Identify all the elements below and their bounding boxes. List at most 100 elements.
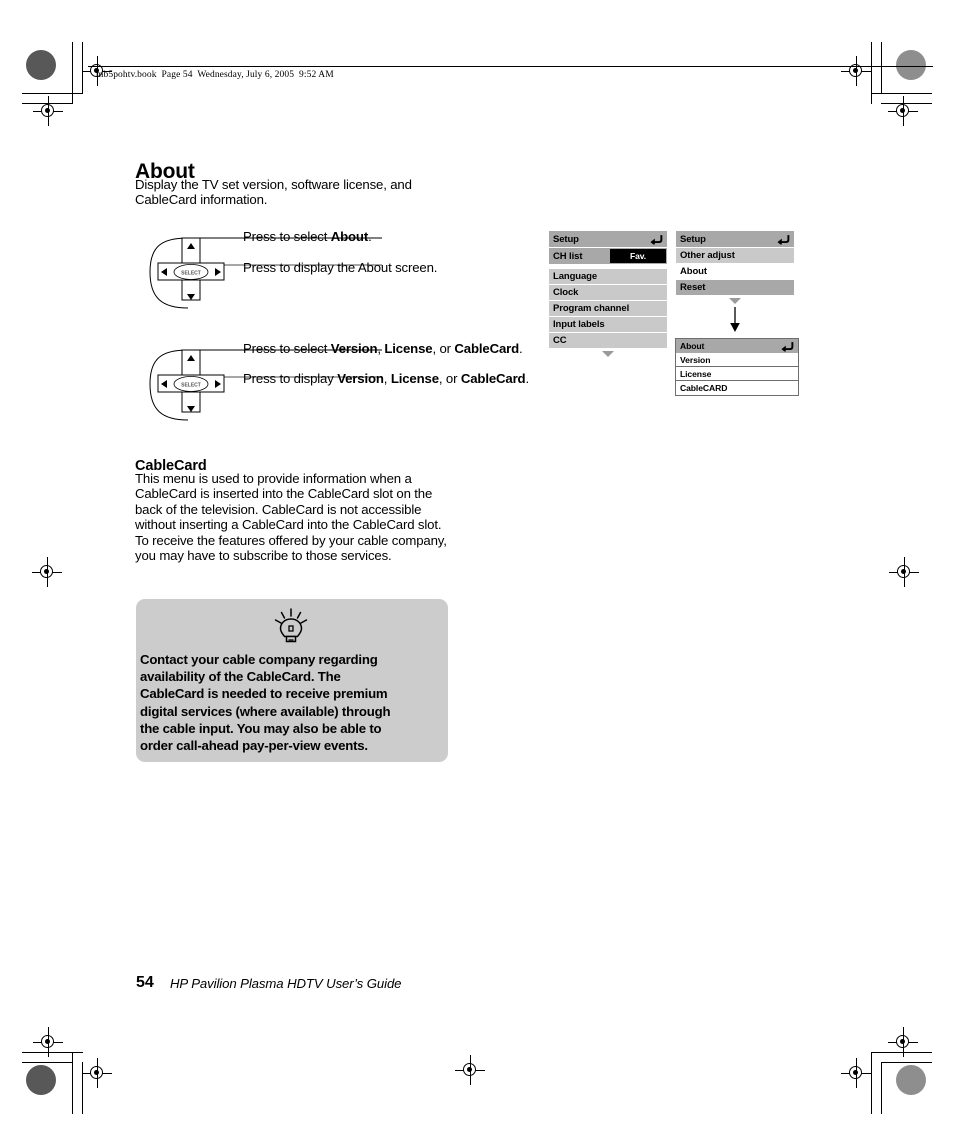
section-intro-line-2: CableCard information. — [135, 192, 268, 208]
tip-line-4: digital services (where available) throu… — [140, 703, 391, 719]
crop-line-tr-h1 — [871, 93, 932, 94]
select-label: SELECT — [181, 382, 201, 388]
crop-line-br-v2 — [881, 1062, 882, 1114]
registration-mark-bottom-center — [455, 1055, 485, 1085]
tip-text: Contact your cable company regarding ava… — [140, 651, 440, 754]
select-label: SELECT — [181, 270, 201, 276]
osd-setup-main-scroll-down[interactable] — [549, 348, 667, 360]
osd-setup-scrolled-title: Setup — [676, 231, 794, 247]
crop-line-br-v1 — [871, 1052, 872, 1114]
osd-row-reset[interactable]: Reset — [676, 280, 794, 295]
osd-setup-scrolled-title-label: Setup — [680, 233, 706, 245]
step-display-version: Press to display Version, License, or Ca… — [243, 371, 529, 386]
registration-mark-bottom-left-inner — [33, 1027, 63, 1057]
osd-setup-main-title: Setup — [549, 231, 667, 247]
step-1-suffix: . — [368, 229, 372, 244]
step-4-mid-1: , — [383, 371, 391, 386]
registration-dot-top-right — [896, 50, 926, 80]
registration-mark-bottom-right-outer — [841, 1058, 871, 1088]
bulb-glass — [279, 618, 303, 638]
osd-row-about-selected[interactable]: About — [676, 264, 794, 279]
osd-row-ch-list[interactable]: CH list Fav. — [549, 248, 667, 264]
osd-row-language[interactable]: Language — [549, 269, 667, 284]
registration-mark-left-middle — [32, 557, 62, 587]
cablecard-body: This menu is used to provide information… — [135, 471, 475, 563]
cablecard-body-line-4: without inserting a CableCard into the C… — [135, 517, 442, 533]
footer-title: HP Pavilion Plasma HDTV User’s Guide — [170, 976, 402, 991]
step-display-about: Press to display the About screen. — [243, 260, 438, 275]
fav-badge[interactable]: Fav. — [610, 249, 666, 263]
registration-mark-top-right-outer — [841, 56, 871, 86]
registration-dot-bottom-right — [896, 1065, 926, 1095]
header-rule — [88, 66, 933, 67]
tip-line-2: availability of the CableCard. The — [140, 669, 341, 685]
osd-about-title: About — [676, 339, 798, 353]
tip-icon-wrap — [272, 608, 310, 653]
header-filename-note: mb5pohtv.book Page 54 Wednesday, July 6,… — [96, 70, 334, 80]
navpad-svg-2: SELECT — [149, 349, 382, 421]
back-arrow-icon[interactable] — [781, 341, 795, 352]
back-arrow-icon[interactable] — [777, 234, 791, 245]
step-3-suffix: . — [519, 341, 523, 356]
osd-setup-scrolled[interactable]: Setup Other adjust About Reset — [676, 231, 794, 308]
registration-mark-top-right-inner — [888, 96, 918, 126]
lightbulb-icon — [274, 608, 308, 643]
step-select-about: Press to select About. — [243, 229, 372, 244]
tip-line-3: CableCard is needed to receive premium — [140, 686, 388, 702]
step-4-suffix: . — [525, 371, 529, 386]
osd-about-submenu[interactable]: About Version License CableCARD — [675, 338, 799, 396]
cablecard-body-line-2: CableCard is inserted into the CableCard… — [135, 486, 433, 502]
step-3-bold-1: Version — [330, 341, 378, 356]
step-4-mid-2: , or — [438, 371, 461, 386]
crop-line-tr-v2 — [881, 42, 882, 94]
step-select-version: Press to select Version, License, or Cab… — [243, 341, 523, 356]
cablecard-body-line-5: To receive the features offered by your … — [135, 532, 447, 548]
osd-row-version[interactable]: Version — [676, 353, 798, 367]
step-4-prefix: Press to display — [243, 371, 338, 386]
tip-line-5: the cable input. You may also be able to — [140, 720, 382, 736]
step-4-bold-2: License — [390, 371, 439, 386]
cablecard-body-line-6: you may have to subscribe to those servi… — [135, 548, 392, 564]
footer-page-number: 54 — [136, 974, 154, 991]
tip-line-1: Contact your cable company regarding — [140, 652, 378, 667]
osd-row-other-adjust[interactable]: Other adjust — [676, 248, 794, 263]
osd-about-title-label: About — [680, 341, 705, 351]
step-4-bold-1: Version — [337, 371, 384, 386]
registration-mark-bottom-right-inner — [888, 1027, 918, 1057]
registration-dot-top-left — [26, 50, 56, 80]
arrow-down-icon — [730, 307, 740, 332]
tip-line-6: order call-ahead pay-per-view events. — [140, 738, 368, 754]
triangle-down-icon — [602, 351, 614, 357]
osd-setup-main[interactable]: Setup CH list Fav. Language Clock Progra… — [549, 231, 667, 360]
crop-line-br-h2 — [881, 1062, 932, 1063]
step-4-bold-3: CableCard — [460, 371, 526, 386]
crop-line-bl-h2 — [22, 1062, 73, 1063]
crop-line-tl-h1 — [22, 93, 83, 94]
step-1-prefix: Press to select — [243, 229, 331, 244]
remote-navpad-diagram-2: SELECT — [144, 344, 384, 435]
crop-line-tl-v1 — [72, 42, 73, 104]
osd-row-license[interactable]: License — [676, 367, 798, 381]
osd-row-input-labels[interactable]: Input labels — [549, 317, 667, 332]
step-3-mid-2: , or — [432, 341, 455, 356]
osd-row-program-channel[interactable]: Program channel — [549, 301, 667, 316]
osd-row-cablecard[interactable]: CableCARD — [676, 381, 798, 395]
step-3-prefix: Press to select — [243, 341, 331, 356]
section-intro-line-1: Display the TV set version, software lic… — [135, 177, 412, 192]
crop-line-tr-v1 — [871, 42, 872, 104]
flow-arrow-down — [727, 307, 743, 338]
osd-setup-scrolled-scroll-down[interactable] — [676, 295, 794, 307]
osd-row-clock[interactable]: Clock — [549, 285, 667, 300]
back-arrow-icon[interactable] — [650, 234, 664, 245]
navpad-svg-1: SELECT — [149, 237, 382, 309]
step-1-bold: About — [330, 229, 369, 244]
cablecard-body-line-3: back of the television. CableCard is not… — [135, 501, 422, 517]
osd-row-cc[interactable]: CC — [549, 333, 667, 348]
step-3-bold-3: CableCard — [454, 341, 520, 356]
registration-mark-top-left-inner — [33, 96, 63, 126]
registration-mark-bottom-left-outer — [82, 1058, 112, 1088]
cablecard-body-line-1: This menu is used to provide information… — [135, 471, 412, 486]
registration-mark-right-middle — [889, 557, 919, 587]
bulb-base — [285, 635, 297, 643]
osd-setup-main-title-label: Setup — [553, 233, 579, 245]
